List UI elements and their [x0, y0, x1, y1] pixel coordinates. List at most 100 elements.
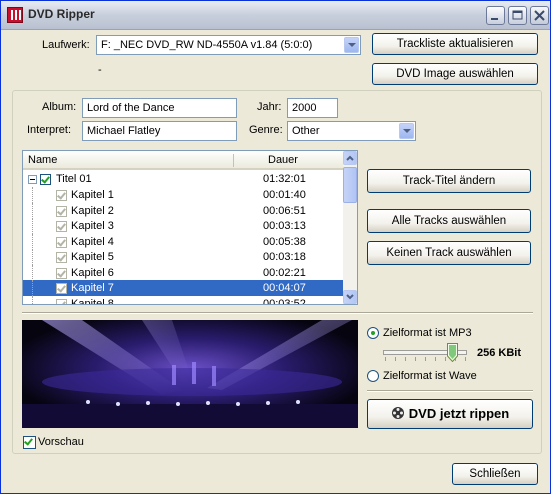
- chapter-duration: 00:03:52: [263, 297, 306, 305]
- chapter-checkbox[interactable]: [56, 252, 67, 263]
- artist-label: Interpret:: [27, 124, 72, 136]
- select-image-button[interactable]: DVD Image auswählen: [372, 63, 538, 85]
- mp3-label[interactable]: Zielformat ist MP3: [383, 327, 472, 339]
- chapter-name: Kapitel 3: [71, 220, 114, 232]
- rip-dvd-label: DVD jetzt rippen: [408, 406, 510, 421]
- tree-line: [32, 264, 34, 281]
- chapter-row[interactable]: Kapitel 2 00:06:51: [23, 202, 343, 219]
- chapter-checkbox[interactable]: [56, 221, 67, 232]
- video-preview: [22, 320, 358, 428]
- chapter-checkbox[interactable]: [56, 236, 67, 248]
- chapter-checkbox[interactable]: [56, 298, 67, 304]
- chapter-row[interactable]: Kapitel 5 00:03:18: [23, 249, 343, 265]
- minimize-button[interactable]: [486, 6, 505, 25]
- collapse-icon[interactable]: [28, 175, 37, 184]
- chapter-checkbox[interactable]: [56, 205, 67, 217]
- close-window-button[interactable]: [530, 6, 549, 25]
- scroll-up-button[interactable]: [343, 151, 357, 165]
- drive-status: -: [98, 64, 102, 76]
- slider-tick: [415, 357, 416, 361]
- artist-input[interactable]: Michael Flatley: [82, 121, 237, 141]
- select-all-tracks-button[interactable]: Alle Tracks auswählen: [367, 209, 531, 233]
- title-duration: 01:32:01: [263, 173, 306, 185]
- dvd-ripper-window: DVD Ripper Laufwerk: F: _NEC DVD_RW ND-4…: [0, 0, 551, 494]
- album-input[interactable]: Lord of the Dance: [82, 98, 237, 118]
- chapter-duration: 00:01:40: [263, 189, 306, 201]
- wave-label[interactable]: Zielformat ist Wave: [383, 370, 477, 382]
- drive-value: F: _NEC DVD_RW ND-4550A v1.84 (5:0:0): [101, 39, 313, 51]
- column-duration-header[interactable]: Dauer: [268, 154, 298, 166]
- chapter-checkbox[interactable]: [56, 283, 67, 294]
- tree-line: [32, 187, 34, 203]
- chapter-checkbox[interactable]: [56, 190, 67, 201]
- scroll-thumb[interactable]: [343, 167, 357, 203]
- slider-tick: [425, 357, 426, 361]
- chapter-row[interactable]: Kapitel 4 00:05:38: [23, 233, 343, 250]
- drive-select[interactable]: F: _NEC DVD_RW ND-4550A v1.84 (5:0:0): [96, 35, 361, 55]
- genre-select[interactable]: Other: [287, 121, 416, 141]
- track-list[interactable]: Name Dauer Titel 01 01:32:01 Kapitel 1 00…: [22, 150, 358, 305]
- chapter-checkbox[interactable]: [56, 267, 67, 279]
- chevron-down-icon: [346, 294, 354, 300]
- chevron-down-icon: [344, 37, 359, 53]
- title-row[interactable]: Titel 01 01:32:01: [23, 171, 343, 187]
- slider-tick: [465, 357, 466, 361]
- column-divider: [233, 154, 234, 167]
- preview-checkbox[interactable]: [23, 436, 36, 449]
- slider-tick: [395, 357, 396, 361]
- genre-value: Other: [292, 125, 320, 137]
- film-reel-icon: [391, 407, 404, 419]
- select-no-track-button[interactable]: Keinen Track auswählen: [367, 241, 531, 265]
- slider-tick: [405, 357, 406, 361]
- refresh-tracklist-button[interactable]: Trackliste aktualisieren: [372, 33, 538, 55]
- change-track-title-button[interactable]: Track-Titel ändern: [367, 169, 531, 193]
- scroll-down-button[interactable]: [343, 290, 357, 304]
- minimize-icon: [491, 18, 498, 20]
- tree-line: [32, 202, 34, 219]
- chapter-name: Kapitel 2: [71, 204, 114, 217]
- maximize-button[interactable]: [508, 6, 527, 25]
- title-checkbox[interactable]: [40, 174, 51, 185]
- drive-label: Laufwerk:: [42, 39, 90, 51]
- rip-dvd-button[interactable]: DVD jetzt rippen: [367, 399, 533, 429]
- column-name-header[interactable]: Name: [28, 154, 57, 166]
- chapter-row[interactable]: Kapitel 8 00:03:52: [23, 295, 343, 305]
- track-list-scrollbar[interactable]: [343, 151, 357, 304]
- tree-line: [32, 295, 34, 304]
- chapter-duration: 00:03:18: [263, 251, 306, 263]
- title-bar[interactable]: DVD Ripper: [1, 1, 550, 30]
- genre-label: Genre:: [249, 124, 283, 136]
- chapter-row[interactable]: Kapitel 6 00:02:21: [23, 264, 343, 281]
- chapter-name: Kapitel 1: [71, 189, 114, 201]
- slider-tick: [435, 357, 436, 361]
- slider-tick: [385, 357, 386, 361]
- chapter-duration: 00:05:38: [263, 235, 306, 248]
- year-label: Jahr:: [257, 101, 282, 113]
- chapter-name: Kapitel 5: [71, 251, 114, 263]
- bitrate-slider-thumb[interactable]: [447, 343, 458, 362]
- title-name: Titel 01: [56, 173, 92, 185]
- tree-line: [32, 218, 34, 234]
- wave-radio[interactable]: [367, 370, 379, 382]
- chapter-name: Kapitel 8: [71, 297, 114, 305]
- divider: [22, 312, 533, 314]
- chapter-row[interactable]: Kapitel 7 00:04:07: [23, 280, 343, 296]
- app-icon: [7, 7, 23, 23]
- preview-image: [22, 320, 358, 428]
- chapter-name: Kapitel 6: [71, 266, 114, 279]
- mp3-radio[interactable]: [367, 327, 379, 339]
- chapter-duration: 00:06:51: [263, 204, 306, 217]
- chevron-up-icon: [346, 155, 354, 161]
- chapter-row[interactable]: Kapitel 1 00:01:40: [23, 187, 343, 203]
- maximize-icon: [512, 10, 523, 20]
- close-icon: [534, 10, 545, 21]
- tree-line: [32, 233, 34, 250]
- chapter-name: Kapitel 4: [71, 235, 114, 248]
- year-input[interactable]: 2000: [287, 98, 338, 118]
- preview-label[interactable]: Vorschau: [38, 436, 84, 448]
- close-button[interactable]: Schließen: [452, 463, 538, 485]
- slider-tick: [445, 357, 446, 361]
- chapter-duration: 00:03:13: [263, 220, 306, 232]
- track-list-header: Name Dauer: [23, 151, 343, 170]
- chapter-row[interactable]: Kapitel 3 00:03:13: [23, 218, 343, 234]
